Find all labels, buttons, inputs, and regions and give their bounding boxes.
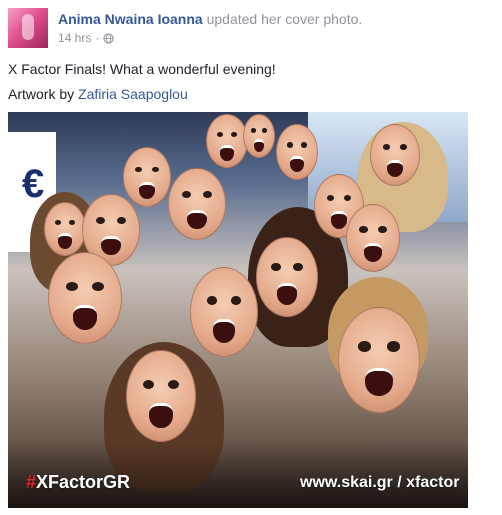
face-mask — [370, 124, 420, 186]
cover-photo[interactable]: € #XFactorGR www.skai.gr / xfactor — [8, 112, 468, 508]
face-mask — [243, 114, 275, 158]
face-mask — [44, 202, 86, 256]
face-mask — [168, 168, 226, 240]
credit-prefix: Artwork by — [8, 86, 79, 102]
face-mask — [256, 237, 318, 317]
author-avatar[interactable] — [8, 8, 48, 48]
meta-separator: · — [95, 31, 100, 45]
post-caption: X Factor Finals! What a wonderful evenin… — [8, 61, 276, 77]
photo-hashtag: #XFactorGR — [26, 472, 130, 493]
stage-banner-letter: € — [22, 162, 45, 206]
face-mask — [206, 114, 248, 168]
author-name-link[interactable]: Anima Nwaina Ioanna — [58, 11, 203, 27]
hashtag-text: XFactorGR — [36, 472, 131, 492]
avatar-figure — [22, 14, 34, 40]
face-mask — [338, 307, 420, 413]
face-mask — [126, 350, 196, 442]
photo-url-watermark: www.skai.gr / xfactor — [300, 474, 460, 491]
globe-icon[interactable] — [103, 32, 114, 44]
credit-name-link[interactable]: Zafiria Saapoglou — [78, 86, 188, 102]
face-mask — [346, 204, 400, 272]
face-mask — [48, 252, 122, 344]
face-mask — [123, 147, 171, 207]
hashtag-symbol: # — [26, 472, 37, 492]
face-mask — [276, 124, 318, 180]
face-mask — [190, 267, 258, 357]
post-timestamp[interactable]: 14 hrs — [58, 30, 91, 46]
post-header: Anima Nwaina Ioanna updated her cover ph… — [58, 10, 498, 28]
post-meta: 14 hrs · — [58, 30, 114, 46]
facebook-post: Anima Nwaina Ioanna updated her cover ph… — [0, 0, 502, 515]
post-action-text: updated her cover photo. — [202, 11, 363, 27]
artwork-credit: Artwork by Zafiria Saapoglou — [8, 85, 188, 103]
